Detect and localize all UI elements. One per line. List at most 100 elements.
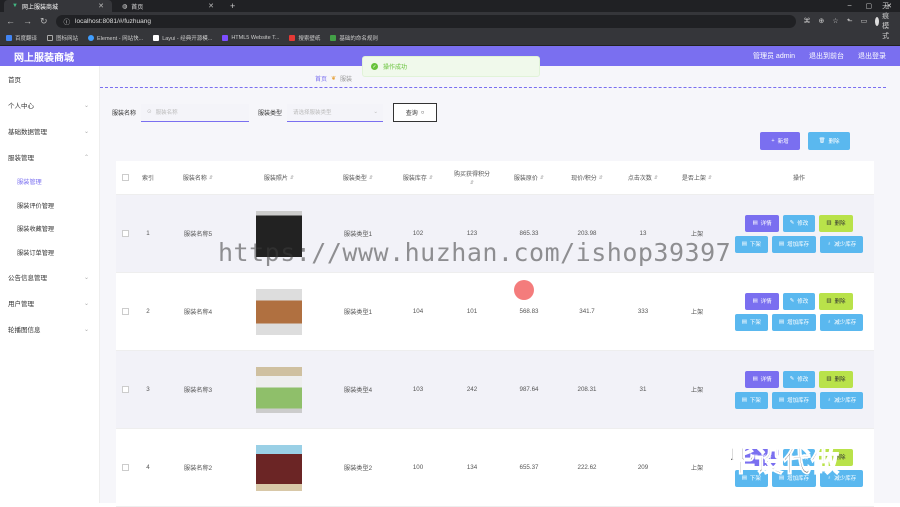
edit-button[interactable]: ✎ 修改 (782, 370, 816, 388)
sidebar-item-clothing[interactable]: 服装管理 ⌃ (0, 144, 99, 170)
header-photo[interactable]: 服装照片 ⇵ (234, 173, 324, 183)
delete-button[interactable]: ▥ 删除 (819, 214, 853, 232)
cell-type: 服装类型1 (343, 309, 373, 316)
checkbox[interactable] (121, 464, 129, 471)
bookmark[interactable]: 图标网站 (47, 34, 78, 42)
unshelve-button[interactable]: ▤ 下架 (734, 313, 768, 331)
bookmark[interactable]: HTML5 Website T... (222, 34, 280, 41)
header-original-price[interactable]: 服装原价 ⇵ (500, 173, 558, 183)
new-tab-icon[interactable]: + (224, 1, 241, 11)
checkbox[interactable] (121, 308, 129, 315)
edit-button[interactable]: ✎ 修改 (782, 214, 816, 232)
sidebar-subitem-favorites[interactable]: 服装收藏管理 (0, 217, 99, 241)
checkbox[interactable] (121, 230, 129, 237)
star-icon[interactable]: ☆ (832, 17, 838, 25)
sidebar-subitem-orders[interactable]: 服装订单管理 (0, 241, 99, 265)
back-icon[interactable]: ← (6, 16, 15, 26)
decrease-stock-button[interactable]: ♁ 减少库存 (820, 313, 864, 331)
sidebar-item-notices[interactable]: 公告信息管理 ⌄ (0, 264, 99, 290)
clothing-photo[interactable] (256, 288, 302, 335)
row-select[interactable] (116, 464, 134, 471)
increase-stock-button[interactable]: ▤ 增加库存 (771, 391, 817, 409)
bookmarks-bar: 百度翻译 图标网站 Element - 网站快... Layui - 经典开源模… (0, 30, 900, 46)
row-select[interactable] (116, 308, 134, 315)
profile-button[interactable]: 无痕模式 (875, 1, 894, 41)
button-label: 修改 (797, 377, 809, 383)
bookmark[interactable]: Layui - 经典开源模... (153, 34, 212, 42)
clothing-photo[interactable] (256, 366, 302, 413)
header-status[interactable]: 是否上架 ⇵ (670, 173, 724, 183)
sidebar-subitem-reviews[interactable]: 服装评价管理 (0, 194, 99, 218)
header-price[interactable]: 现价/积分 ⇵ (558, 173, 616, 183)
sidebar-subitem-clothing[interactable]: 服装管理 (0, 170, 99, 194)
row-select[interactable] (116, 230, 134, 237)
sidebar-item-users[interactable]: 用户管理 ⌄ (0, 290, 99, 316)
header-type[interactable]: 服装类型 ⇵ (324, 173, 392, 183)
unshelve-button[interactable]: ▤ 下架 (734, 235, 768, 253)
app-title: 网上服装商城 (14, 52, 74, 64)
clothing-photo[interactable] (256, 444, 302, 491)
sidebar-item-label: 轮播图信息 (8, 327, 41, 334)
sidebar-item-home[interactable]: 首页 (0, 66, 99, 92)
bookmark[interactable]: 搜索壁纸 (289, 34, 320, 42)
browser-tab-strip: ▼ 网上服装商城 ✕ ◍ 首页 ✕ + – ▢ ✕ (0, 0, 900, 12)
url-field[interactable]: ⓘ localhost:8081/#/fuzhuang (55, 14, 796, 28)
bookmark[interactable]: Element - 网站快... (88, 34, 143, 42)
decrease-stock-button[interactable]: ♁ 减少库存 (820, 235, 864, 253)
header-label: 服装库存 (402, 176, 427, 182)
breadcrumb-home[interactable]: 首页 (315, 74, 327, 83)
checkbox[interactable] (121, 174, 129, 181)
sidebar-icon[interactable]: ▭ (861, 17, 868, 25)
name-search-input[interactable]: ⊙ 服装名称 (141, 103, 250, 122)
forward-icon[interactable]: → (23, 16, 32, 26)
bookmark[interactable]: 百度翻译 (6, 34, 37, 42)
zoom-icon[interactable]: ⊕ (819, 17, 825, 25)
header-select-all[interactable] (116, 174, 134, 181)
sidebar-item-base-data[interactable]: 基础数据管理 ⌄ (0, 118, 99, 144)
translate-icon[interactable]: ⌘ (804, 17, 811, 25)
to-frontend-link[interactable]: 退出到前台 (809, 51, 844, 61)
doc-icon: ▤ (778, 241, 785, 247)
close-tab-icon[interactable]: ✕ (98, 2, 104, 10)
reload-icon[interactable]: ↻ (40, 16, 48, 27)
increase-stock-button[interactable]: ▤ 增加库存 (771, 313, 817, 331)
header-label: 服装照片 (263, 176, 288, 182)
bookmark-label: Layui - 经典开源模... (162, 35, 213, 42)
query-button[interactable]: 查询 ○ (393, 103, 438, 122)
browser-tab-active[interactable]: ▼ 网上服装商城 ✕ (4, 0, 112, 12)
sidebar-item-profile[interactable]: 个人中心 ⌄ (0, 92, 99, 118)
detail-button[interactable]: ▤ 详情 (745, 292, 779, 310)
header-name[interactable]: 服装名称 ⇵ (162, 173, 234, 183)
decrease-stock-button[interactable]: ♁ 减少库存 (820, 391, 864, 409)
logout-link[interactable]: 退出登录 (858, 51, 886, 61)
doc-icon: ▤ (752, 220, 758, 226)
detail-button[interactable]: ▤ 详情 (745, 214, 779, 232)
sidebar-item-carousel[interactable]: 轮播图信息 ⌄ (0, 316, 99, 342)
checkbox[interactable] (121, 386, 129, 393)
sort-icon: ⇵ (469, 180, 475, 186)
address-bar-row: ← → ↻ ⓘ localhost:8081/#/fuzhuang ⌘ ⊕ ☆ … (0, 3, 900, 40)
sidebar: 首页 个人中心 ⌄ 基础数据管理 ⌄ 服装管理 ⌃ 服装管理 服装评价管理 服装收藏管… (0, 66, 100, 503)
type-select[interactable]: 请选择服装类型 ⌄ (287, 103, 384, 122)
extension-icon[interactable]: ⬑ (847, 17, 853, 25)
bookmark-label: HTML5 Website T... (231, 34, 280, 41)
header-clicks[interactable]: 点击次数 ⇵ (616, 173, 670, 183)
delete-button[interactable]: ▥ 删除 (819, 370, 853, 388)
browser-tab[interactable]: ◍ 首页 ✕ (114, 0, 222, 12)
chevron-down-icon: ⌄ (83, 274, 89, 281)
button-label: 增加库存 (787, 320, 810, 326)
close-tab-icon[interactable]: ✕ (208, 2, 214, 10)
delete-button[interactable]: ▥ 删除 (819, 292, 853, 310)
row-select[interactable] (116, 386, 134, 393)
edit-button[interactable]: ✎ 修改 (782, 292, 816, 310)
detail-button[interactable]: ▤ 详情 (745, 370, 779, 388)
add-button[interactable]: + 新增 (760, 132, 800, 150)
unshelve-button[interactable]: ▤ 下架 (734, 391, 768, 409)
increase-stock-button[interactable]: ▤ 增加库存 (771, 235, 817, 253)
button-label: 减少库存 (834, 320, 857, 326)
bookmark[interactable]: 基础的命名规则 (330, 34, 378, 42)
header-points[interactable]: 购买获得积分 ⇵ (444, 169, 500, 186)
header-stock[interactable]: 服装库存 ⇵ (392, 173, 444, 183)
batch-delete-button[interactable]: 🗑 删除 (808, 132, 850, 150)
action-buttons: + 新增 🗑 删除 (760, 132, 850, 150)
